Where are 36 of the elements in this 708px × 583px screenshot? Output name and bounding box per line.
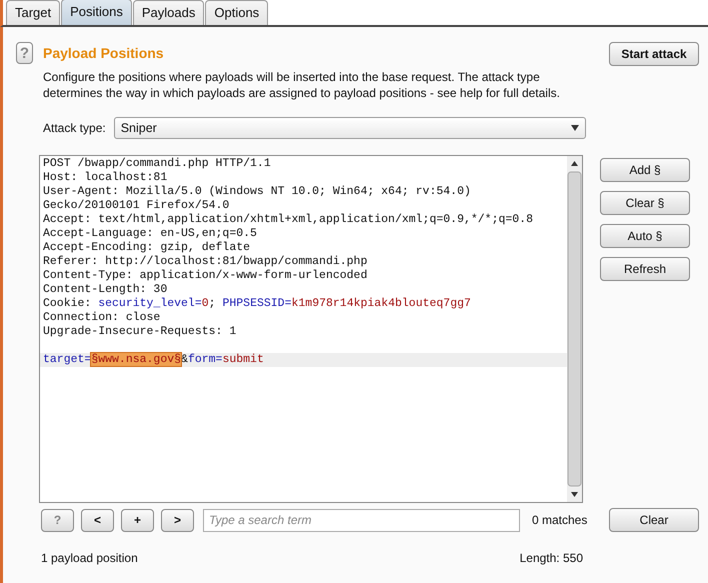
code-line: Accept-Language: en-US,en;q=0.5: [42, 227, 258, 241]
add-marker-button[interactable]: Add §: [600, 158, 690, 182]
code-line: Upgrade-Insecure-Requests: 1: [42, 325, 238, 339]
code-line: Referer: http://localhost:81/bwapp/commandi.php: [42, 255, 368, 269]
match-count: 0 matches: [532, 513, 588, 527]
scrollbar[interactable]: [567, 156, 582, 502]
request-length: Length: 550: [520, 551, 583, 565]
tab[interactable]: Positions: [61, 0, 132, 25]
clear-button[interactable]: Clear: [609, 508, 699, 532]
section-title: Payload Positions: [43, 45, 165, 61]
search-field[interactable]: Type a search term: [203, 508, 520, 532]
code-line: Connection: close: [42, 311, 162, 325]
tab[interactable]: Options: [205, 0, 268, 25]
next-button[interactable]: >: [161, 508, 194, 532]
tab[interactable]: Payloads: [132, 0, 204, 25]
attack-type-dropdown[interactable]: Sniper: [114, 117, 586, 139]
code-line: Content-Type: application/x-www-form-urlencoded: [42, 269, 368, 283]
tab[interactable]: Target: [6, 0, 60, 25]
code-line: Accept: text/html,application/xhtml+xml,application/xml;q=0.9,*/*;q=0.8: [42, 213, 534, 227]
code-line: User-Agent: Mozilla/5.0 (Windows NT 10.0; Win64; x64; rv:54.0): [42, 185, 472, 199]
code-line: POST /bwapp/commandi.php HTTP/1.1: [42, 157, 272, 171]
code-line: Host: localhost:81: [42, 171, 168, 185]
code-line: Content-Length: 30: [42, 283, 168, 297]
previous-button[interactable]: <: [81, 508, 114, 532]
request-editor[interactable]: [39, 155, 583, 503]
description: Configure the positions where payloads will be inserted into the base request. The attack type determines the way in which payloads are assigned to payload positions - see help for full details.: [43, 69, 561, 101]
payload-count: 1 payload position: [41, 551, 138, 565]
code-line: Cookie: security_level=0; PHPSESSID=k1m978r14kpiak4blouteq7gg7: [42, 297, 472, 311]
refresh-button[interactable]: Refresh: [600, 257, 690, 281]
auto-markers-button[interactable]: Auto §: [600, 224, 690, 248]
code-line: Accept-Encoding: gzip, deflate: [42, 241, 252, 255]
add-button[interactable]: +: [121, 508, 154, 532]
code-line: Gecko/20100101 Firefox/54.0: [42, 199, 230, 213]
clear-markers-button[interactable]: Clear §: [600, 191, 690, 215]
start-attack-button[interactable]: Start attack: [609, 42, 699, 66]
attack-type-label: Attack type:: [43, 121, 106, 135]
